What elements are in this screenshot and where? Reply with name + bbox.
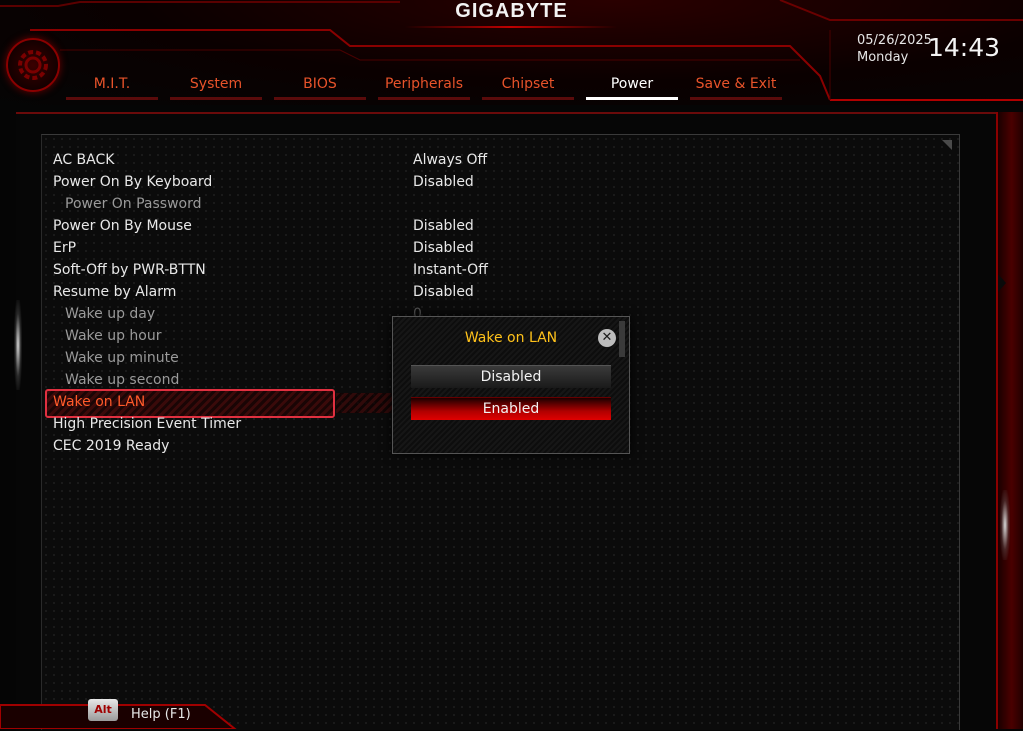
setting-value[interactable]: Disabled (413, 237, 474, 259)
tab-peripherals[interactable]: Peripherals (378, 72, 470, 100)
option-enabled[interactable]: Enabled (411, 397, 611, 420)
setting-label: Resume by Alarm (53, 284, 177, 300)
setting-value[interactable]: Disabled (413, 281, 474, 303)
setting-value[interactable]: Instant-Off (413, 259, 488, 281)
panel-corner-mark (942, 140, 952, 150)
setting-value[interactable]: Disabled (413, 171, 474, 193)
gear-icon[interactable] (6, 38, 60, 92)
tab-chipset[interactable]: Chipset (482, 72, 574, 100)
setting-label: High Precision Event Timer (53, 416, 242, 432)
setting-power-on-password: Power On Password (53, 193, 933, 215)
setting-resume-by-alarm[interactable]: Resume by Alarm Disabled (53, 281, 933, 303)
setting-label: Power On By Mouse (53, 218, 192, 234)
date-display: 05/26/2025 Monday (857, 32, 932, 66)
day-text: Monday (857, 50, 909, 65)
tab-system[interactable]: System (170, 72, 262, 100)
alt-key: Alt (88, 699, 118, 721)
setting-label: ErP (53, 240, 77, 256)
side-info-bar[interactable] (996, 112, 1023, 729)
popup-scrollbar[interactable] (619, 321, 625, 357)
setting-soft-off[interactable]: Soft-Off by PWR-BTTN Instant-Off (53, 259, 933, 281)
tab-power[interactable]: Power (586, 72, 678, 100)
time-display: 14:43 (928, 33, 1001, 62)
setting-label: Wake on LAN (53, 394, 146, 410)
setting-label: Power On Password (65, 196, 202, 212)
option-popup: Wake on LAN ✕ Disabled Enabled (392, 316, 630, 454)
brand-underline (405, 26, 617, 28)
setting-ac-back[interactable]: AC BACK Always Off (53, 149, 933, 171)
setting-label: AC BACK (53, 152, 115, 168)
close-icon[interactable]: ✕ (598, 329, 616, 347)
popup-title: Wake on LAN (464, 330, 558, 346)
gear-icon-graphic (18, 50, 48, 80)
date-text: 05/26/2025 (857, 33, 932, 48)
option-disabled[interactable]: Disabled (411, 365, 611, 388)
setting-label: Soft-Off by PWR-BTTN (53, 262, 206, 278)
setting-label: Wake up second (65, 372, 180, 388)
setting-power-on-mouse[interactable]: Power On By Mouse Disabled (53, 215, 933, 237)
brand-logo: GIGABYTE (455, 0, 568, 22)
help-button[interactable]: Help (F1) (131, 707, 191, 722)
setting-power-on-keyboard[interactable]: Power On By Keyboard Disabled (53, 171, 933, 193)
setting-label: Power On By Keyboard (53, 174, 213, 190)
setting-value[interactable]: Disabled (413, 215, 474, 237)
tab-bar: M.I.T. System BIOS Peripherals Chipset P… (66, 72, 794, 100)
left-glow (14, 300, 22, 390)
tab-bios[interactable]: BIOS (274, 72, 366, 100)
setting-label: Wake up day (65, 306, 156, 322)
tab-mit[interactable]: M.I.T. (66, 72, 158, 100)
right-glow (1000, 490, 1010, 560)
setting-label: Wake up hour (65, 328, 162, 344)
chevron-right-icon[interactable] (998, 274, 1006, 292)
footer-decoration (0, 704, 237, 729)
setting-label: CEC 2019 Ready (53, 438, 170, 454)
setting-erp[interactable]: ErP Disabled (53, 237, 933, 259)
setting-label: Wake up minute (65, 350, 179, 366)
setting-value[interactable]: Always Off (413, 149, 487, 171)
tab-save-exit[interactable]: Save & Exit (690, 72, 782, 100)
